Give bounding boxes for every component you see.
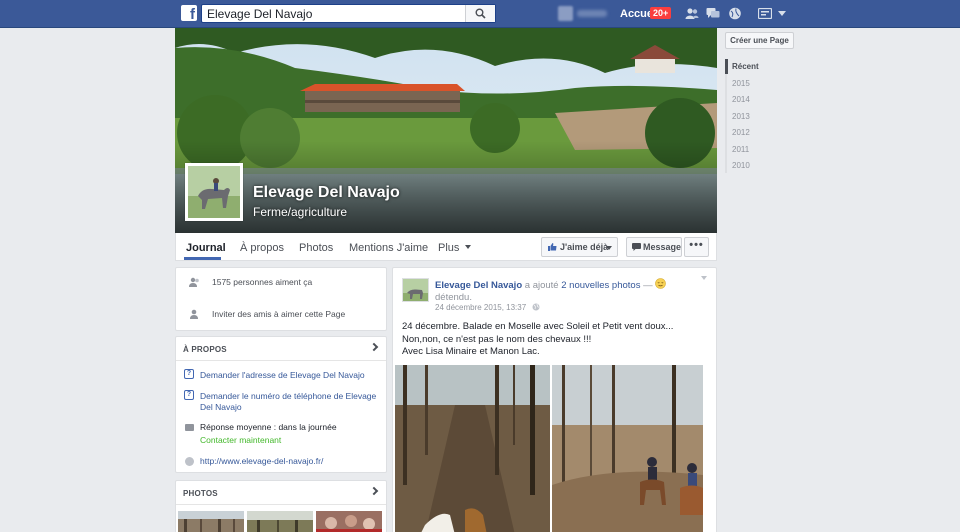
liked-button[interactable]: J'aime déjà	[541, 237, 618, 257]
chevron-right-icon	[369, 342, 379, 352]
page-title: Elevage Del Navajo	[253, 184, 400, 201]
photos-card: PHOTOS	[175, 480, 387, 532]
cover-photo[interactable]	[175, 28, 717, 233]
messages-icon[interactable]	[706, 7, 720, 20]
year-link-2011[interactable]: 2011	[732, 145, 749, 154]
page-profile-picture[interactable]	[185, 163, 243, 221]
globe-icon	[185, 457, 194, 466]
year-link-2013[interactable]: 2013	[732, 112, 750, 121]
tab-more[interactable]: Plus	[438, 242, 472, 254]
year-link-2015[interactable]: 2015	[732, 79, 750, 88]
response-time-text: Réponse moyenne : dans la journée	[200, 422, 337, 432]
post-photo-image	[395, 365, 550, 532]
photos-card-header[interactable]: PHOTOS	[176, 481, 386, 505]
post-photo-image	[552, 365, 703, 532]
post-options-icon[interactable]	[701, 276, 707, 280]
invite-friends-text: Inviter des amis à aimer cette Page	[212, 309, 346, 319]
post-text-line: 24 décembre. Balade en Moselle avec Sole…	[402, 321, 674, 345]
top-navigation-bar: f Accueil 20+	[0, 0, 960, 28]
photos-card-title: PHOTOS	[183, 489, 218, 498]
post-text-line: Avec Lisa Minaire et Manon Lac.	[402, 346, 540, 357]
year-link-recent[interactable]: Récent	[732, 62, 759, 71]
create-page-button[interactable]: Créer une Page	[725, 32, 794, 49]
search-icon	[475, 8, 486, 19]
post-author-avatar[interactable]	[402, 278, 429, 302]
chevron-down-icon	[606, 246, 612, 250]
user-name-blurred	[577, 10, 607, 17]
liked-button-label: J'aime déjà	[560, 242, 609, 252]
notification-count-badge: 20+	[650, 7, 672, 19]
public-globe-icon	[532, 303, 540, 311]
photo-thumbnail[interactable]	[247, 511, 313, 532]
photo-thumbnail[interactable]	[178, 511, 244, 532]
post-text: 24 décembre. Balade en Moselle avec Sole…	[402, 321, 712, 359]
tab-journal[interactable]: Journal	[186, 242, 226, 254]
post-header: Elevage Del Navajo a ajouté 2 nouvelles …	[435, 278, 715, 304]
tab-more-label: Plus	[438, 242, 460, 254]
feeling-separator: —	[643, 280, 653, 291]
website-link[interactable]: http://www.elevage-del-navajo.fr/	[200, 456, 385, 467]
timeline-years-nav: Récent 2015 2014 2013 2012 2011 2010	[725, 59, 795, 173]
chevron-right-icon	[369, 486, 379, 496]
year-link-2012[interactable]: 2012	[732, 128, 750, 137]
search-box	[201, 4, 496, 23]
about-card: À PROPOS ? Demander l'adresse de Elevage…	[175, 336, 387, 473]
cover-photo-image	[175, 28, 717, 233]
friends-icon[interactable]	[685, 7, 699, 20]
ask-phone-link[interactable]: Demander le numéro de téléphone de Eleva…	[200, 391, 385, 413]
tab-photos[interactable]: Photos	[299, 242, 333, 254]
year-link-2014[interactable]: 2014	[732, 95, 750, 104]
post-timestamp[interactable]: 24 décembre 2015, 13:37	[435, 303, 540, 312]
search-input[interactable]	[202, 5, 467, 22]
search-button[interactable]	[465, 5, 495, 22]
post-photos-link[interactable]: 2 nouvelles photos	[561, 280, 640, 291]
question-icon: ?	[184, 390, 194, 400]
user-profile-chip[interactable]	[558, 6, 608, 21]
tab-about[interactable]: À propos	[240, 242, 284, 254]
photo-thumbnails	[178, 511, 386, 532]
profile-picture-image	[188, 166, 240, 218]
message-button-label: Message	[643, 242, 682, 252]
invite-friends-row[interactable]: Inviter des amis à aimer cette Page	[176, 300, 386, 330]
active-tab-indicator	[184, 257, 221, 260]
likes-count-text: 1575 personnes aiment ça	[212, 277, 313, 287]
notifications-icon[interactable]	[728, 7, 742, 20]
page-tabs-bar: Journal À propos Photos Mentions J'aime …	[175, 233, 717, 261]
photo-thumbnail[interactable]	[316, 511, 382, 532]
relaxed-emoji-icon	[655, 278, 667, 289]
more-options-button[interactable]: •••	[684, 237, 709, 257]
facebook-logo-icon[interactable]: f	[181, 5, 197, 21]
message-icon	[632, 243, 641, 251]
post-timestamp-text: 24 décembre 2015, 13:37	[435, 303, 527, 312]
contact-now-link[interactable]: Contacter maintenant	[200, 435, 281, 445]
post-photo[interactable]	[552, 365, 703, 532]
settings-icon[interactable]	[758, 8, 772, 19]
account-caret-icon[interactable]	[778, 11, 786, 16]
post-author-link[interactable]: Elevage Del Navajo	[435, 280, 522, 291]
post-photo[interactable]	[395, 365, 550, 532]
about-card-title: À PROPOS	[183, 345, 227, 354]
tab-likes[interactable]: Mentions J'aime	[349, 242, 428, 254]
page-category[interactable]: Ferme/agriculture	[253, 205, 347, 219]
timeline-post: Elevage Del Navajo a ajouté 2 nouvelles …	[392, 267, 717, 532]
post-feeling-text: détendu.	[435, 292, 472, 303]
chat-bubble-icon	[185, 424, 194, 431]
person-add-icon	[190, 309, 198, 319]
active-year-indicator	[725, 59, 728, 74]
avatar	[558, 6, 573, 21]
people-icon	[189, 277, 199, 287]
question-icon: ?	[184, 369, 194, 379]
year-link-2010[interactable]: 2010	[732, 161, 750, 170]
post-action-text: a ajouté	[524, 280, 559, 291]
likes-count-row[interactable]: 1575 personnes aiment ça	[176, 268, 386, 298]
chevron-down-icon	[465, 245, 472, 249]
thumbs-up-icon	[548, 243, 557, 251]
about-card-header[interactable]: À PROPOS	[176, 337, 386, 361]
ask-address-link[interactable]: Demander l'adresse de Elevage Del Navajo	[200, 370, 385, 381]
message-button[interactable]: Message	[626, 237, 682, 257]
page-stats-card: 1575 personnes aiment ça Inviter des ami…	[175, 267, 387, 331]
